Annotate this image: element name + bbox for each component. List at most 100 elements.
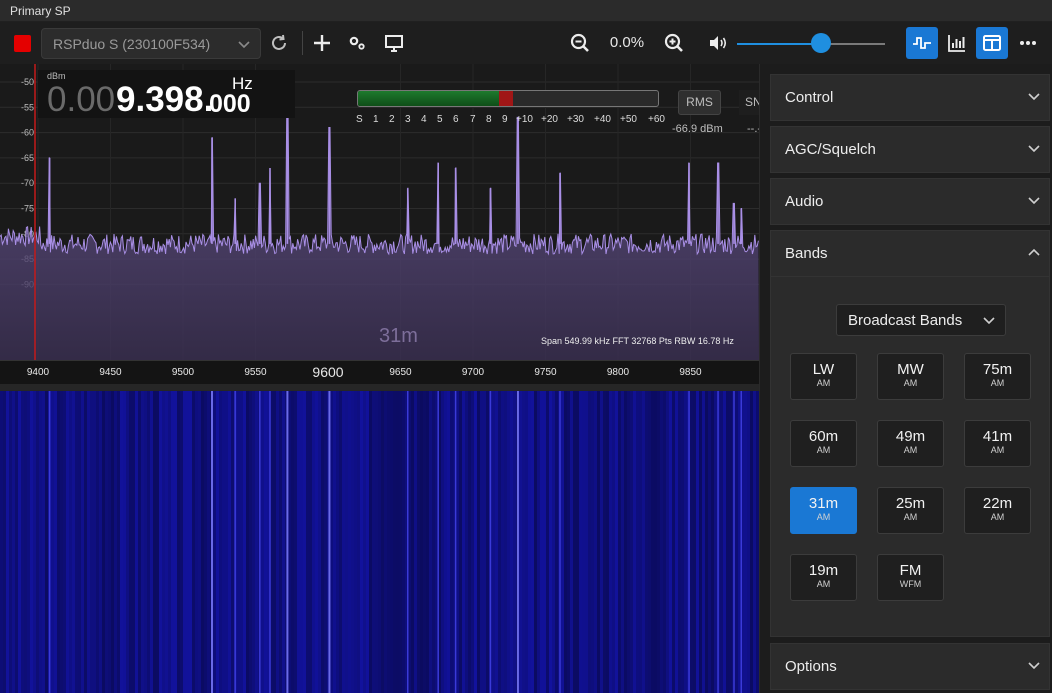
- section-label: Audio: [785, 193, 824, 210]
- waterfall-column: [693, 391, 696, 693]
- meter-scale-tick: 6: [453, 114, 459, 125]
- section-audio[interactable]: Audio: [770, 178, 1050, 225]
- waterfall-column: [150, 391, 153, 693]
- waterfall-column: [81, 391, 84, 693]
- more-options-icon[interactable]: [1012, 27, 1044, 59]
- waterfall-column: [369, 391, 372, 693]
- volume-icon[interactable]: [706, 31, 730, 55]
- device-select-value: RSPduo S (230100F534): [53, 36, 211, 52]
- waterfall-column: [684, 391, 687, 693]
- band-button-22m[interactable]: 22m AM: [964, 487, 1031, 534]
- section-control[interactable]: Control: [770, 74, 1050, 121]
- section-agc-squelch[interactable]: AGC/Squelch: [770, 126, 1050, 173]
- band-mode: AM: [903, 445, 918, 455]
- band-button-60m[interactable]: 60m AM: [790, 420, 857, 467]
- band-button-31m[interactable]: 31m AM: [790, 487, 857, 534]
- waterfall-column: [399, 391, 402, 693]
- band-mode: AM: [903, 378, 918, 388]
- waterfall-column: [633, 391, 636, 693]
- waterfall-column: [60, 391, 63, 693]
- waterfall-column: [183, 391, 186, 693]
- waterfall-column: [387, 391, 390, 693]
- waterfall-column: [528, 391, 531, 693]
- side-panel: Control AGC/Squelch Audio Bands Broadcast B…: [759, 64, 1052, 693]
- meter-scale-tick: 3: [405, 114, 411, 125]
- band-name: LW: [812, 361, 835, 378]
- waterfall-column: [390, 391, 393, 693]
- waterfall-column: [564, 391, 567, 693]
- x-tick-label: 9400: [26, 367, 50, 378]
- waterfall-column: [480, 391, 483, 693]
- waterfall-column: [591, 391, 594, 693]
- waterfall-column: [75, 391, 78, 693]
- waterfall-column: [384, 391, 387, 693]
- band-button-41m[interactable]: 41m AM: [964, 420, 1031, 467]
- band-name: FM: [899, 562, 922, 579]
- waterfall-column: [351, 391, 354, 693]
- signal-meter-fill: [358, 91, 499, 106]
- waterfall-column: [315, 391, 318, 693]
- waterfall-column: [618, 391, 621, 693]
- waterfall-column: [513, 391, 516, 693]
- waterfall-display[interactable]: [0, 391, 759, 693]
- waterfall-column: [255, 391, 258, 693]
- meter-scale-tick: S: [356, 114, 363, 125]
- waterfall-column: [579, 391, 582, 693]
- waterfall-column: [690, 391, 693, 693]
- meter-scale-tick: +60: [648, 114, 665, 125]
- add-icon[interactable]: [310, 31, 334, 55]
- section-options[interactable]: Options: [770, 643, 1050, 690]
- rms-button[interactable]: RMS: [678, 90, 721, 115]
- waterfall-column: [288, 391, 291, 693]
- waterfall-column: [456, 391, 459, 693]
- chevron-down-icon: [983, 317, 995, 325]
- span-info: Span 549.99 kHz FFT 32768 Pts RBW 16.78 …: [541, 336, 734, 346]
- waterfall-column: [417, 391, 420, 693]
- x-tick-label: 9650: [389, 367, 412, 378]
- waterfall-column: [588, 391, 591, 693]
- section-bands[interactable]: Bands: [770, 230, 1050, 277]
- waterfall-column: [447, 391, 450, 693]
- waterfall-column: [603, 391, 606, 693]
- band-name: 25m: [895, 495, 926, 512]
- waterfall-column: [492, 391, 495, 693]
- waterfall-column: [249, 391, 252, 693]
- band-button-49m[interactable]: 49m AM: [877, 420, 944, 467]
- waterfall-column: [18, 391, 21, 693]
- band-button-75m[interactable]: 75m AM: [964, 353, 1031, 400]
- layout-panel-icon[interactable]: [976, 27, 1008, 59]
- frequency-display[interactable]: 0.00 9.398. 000 Hz: [38, 70, 295, 119]
- bar-chart-icon[interactable]: [941, 27, 973, 59]
- waterfall-column: [237, 391, 240, 693]
- refresh-icon[interactable]: [267, 31, 291, 55]
- waterfall-column: [735, 391, 738, 693]
- band-button-fm[interactable]: FM WFM: [877, 554, 944, 601]
- display-icon[interactable]: [382, 31, 406, 55]
- band-button-19m[interactable]: 19m AM: [790, 554, 857, 601]
- waterfall-column: [510, 391, 513, 693]
- waterfall-column: [228, 391, 231, 693]
- band-button-lw[interactable]: LW AM: [790, 353, 857, 400]
- waterfall-column: [726, 391, 729, 693]
- axis-divider[interactable]: [0, 384, 759, 391]
- waterfall-column: [144, 391, 147, 693]
- band-group-select[interactable]: Broadcast Bands: [836, 304, 1006, 336]
- band-button-mw[interactable]: MW AM: [877, 353, 944, 400]
- stop-button[interactable]: [14, 35, 31, 52]
- band-button-25m[interactable]: 25m AM: [877, 487, 944, 534]
- meter-scale-tick: +10: [516, 114, 533, 125]
- volume-slider-thumb[interactable]: [811, 33, 831, 53]
- device-select[interactable]: RSPduo S (230100F534): [41, 28, 261, 59]
- frequency-main-digits: 9.398.: [116, 80, 214, 119]
- sn-button[interactable]: SN: [739, 90, 759, 115]
- spectrum-view-toggle[interactable]: [906, 27, 938, 59]
- zoom-in-icon[interactable]: [662, 31, 686, 55]
- waterfall-column: [165, 391, 168, 693]
- waterfall-column: [468, 391, 471, 693]
- waterfall-column: [333, 391, 336, 693]
- settings-icon[interactable]: [345, 31, 369, 55]
- frequency-axis[interactable]: 9400 9450 9500 9550 9650 9700 9750 9800 9850 9600: [0, 360, 759, 384]
- waterfall-column: [612, 391, 615, 693]
- waterfall-column: [729, 391, 732, 693]
- zoom-out-icon[interactable]: [568, 31, 592, 55]
